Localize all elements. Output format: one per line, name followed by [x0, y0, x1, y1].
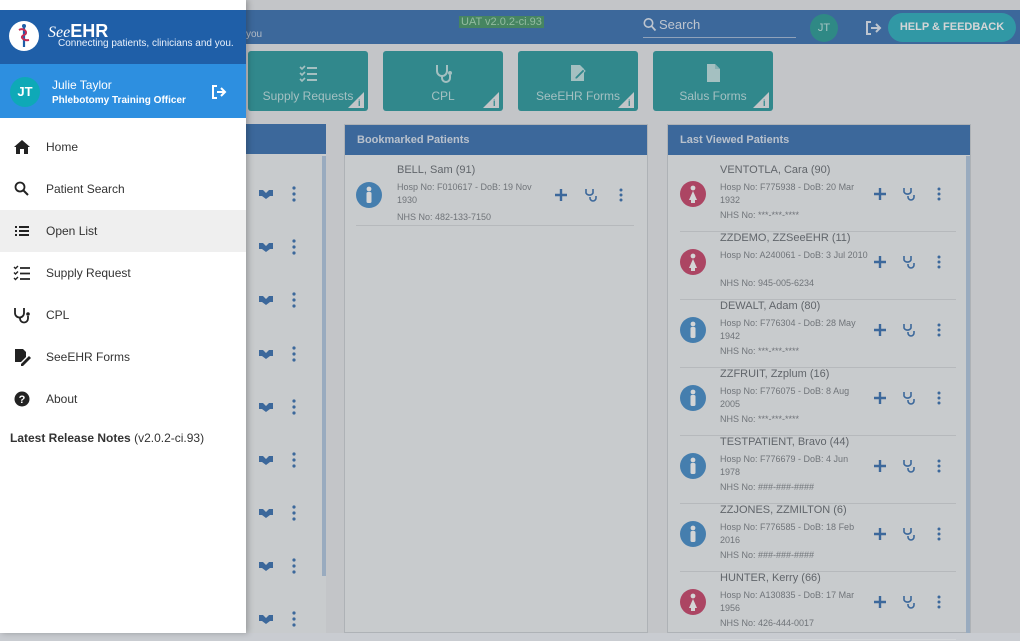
menu-item-label: Home: [46, 140, 79, 154]
app-background: you UAT v2.0.2-ci.93 Search JT HELP & FE…: [0, 0, 1020, 640]
menu-item-patient-search[interactable]: Patient Search: [0, 168, 246, 210]
menu-item-about[interactable]: ? About: [0, 378, 246, 420]
menu-item-label: Patient Search: [46, 182, 125, 196]
user-role: Phlebotomy Training Officer: [52, 95, 186, 106]
menu-item-supply-request[interactable]: Supply Request: [0, 252, 246, 294]
modal-overlay[interactable]: [246, 0, 1020, 633]
search-icon: [14, 181, 29, 196]
drawer-header: SeeEHR Connecting patients, clinicians a…: [0, 10, 246, 64]
menu-item-label: About: [46, 392, 78, 406]
menu-item-seeehr-forms[interactable]: SeeEHR Forms: [0, 336, 246, 378]
menu-item-open-list[interactable]: Open List: [0, 210, 246, 252]
svg-text:?: ?: [19, 394, 26, 406]
release-notes-link[interactable]: Latest Release Notes (v2.0.2-ci.93): [10, 431, 204, 445]
brand-tagline: Connecting patients, clinicians and you.: [58, 38, 234, 49]
menu-item-cpl[interactable]: CPL: [0, 294, 246, 336]
home-icon: [14, 140, 30, 154]
seeehr-logo: [9, 21, 39, 51]
menu-item-label: Open List: [46, 224, 98, 238]
logout-icon[interactable]: [211, 84, 227, 100]
checklist-icon: [13, 265, 30, 281]
help-circle-icon: ?: [14, 391, 30, 407]
drawer-menu: Home Patient Search Open List Supply Req…: [0, 126, 246, 420]
list-icon: [15, 226, 29, 236]
menu-item-home[interactable]: Home: [0, 126, 246, 168]
menu-item-label: CPL: [46, 308, 70, 322]
avatar: JT: [10, 77, 40, 107]
navigation-drawer: SeeEHR Connecting patients, clinicians a…: [0, 0, 246, 633]
user-name: Julie Taylor: [52, 78, 112, 92]
stethoscope-icon: [14, 308, 30, 324]
menu-item-label: Supply Request: [46, 266, 131, 280]
menu-item-label: SeeEHR Forms: [46, 350, 131, 364]
form-edit-icon: [15, 349, 31, 366]
user-profile[interactable]: JT Julie Taylor Phlebotomy Training Offi…: [0, 64, 246, 118]
